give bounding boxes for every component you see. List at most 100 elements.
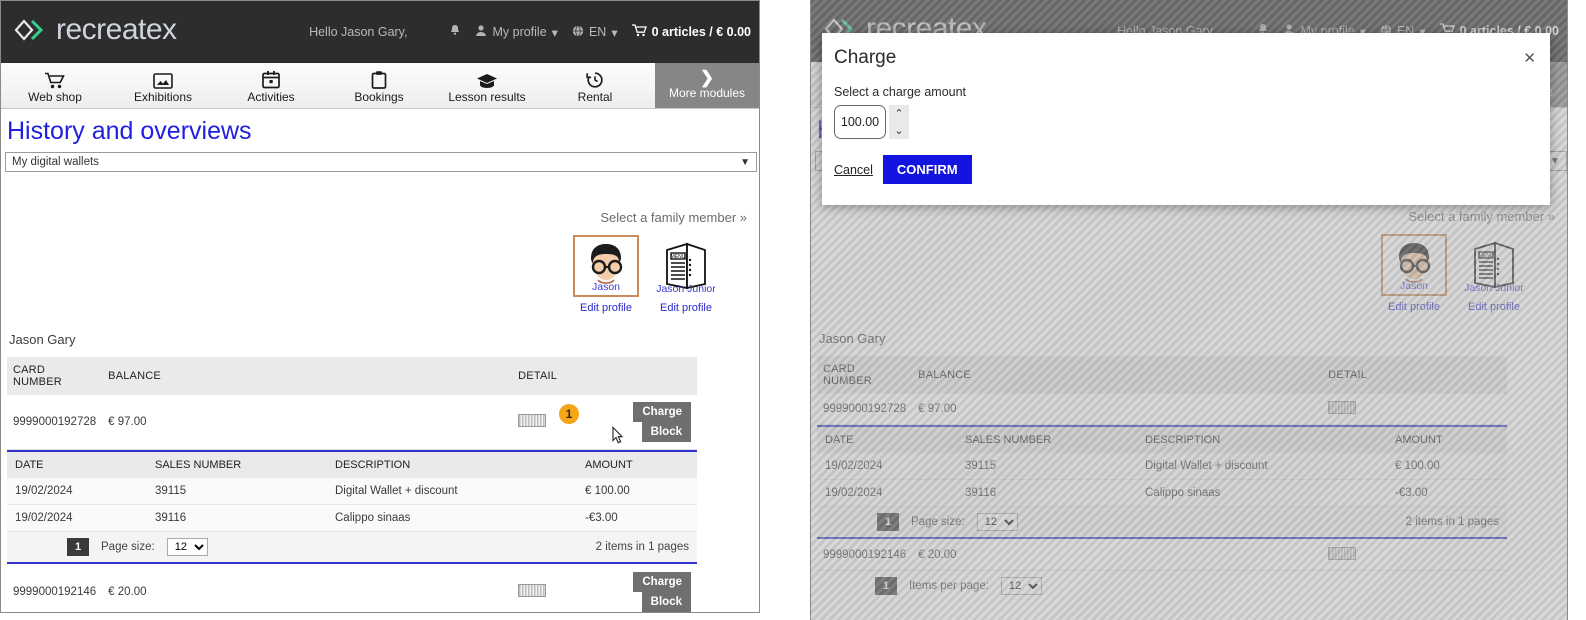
col-description: DESCRIPTION (327, 452, 577, 478)
cancel-link[interactable]: Cancel (834, 163, 873, 177)
notifications-button[interactable] (449, 24, 461, 40)
transactions-pager: 1 Page size: 12 2 items in 1 pages (7, 532, 697, 562)
col-sales-number: SALES NUMBER (147, 452, 327, 478)
profile-menu-label: My profile (492, 25, 546, 39)
nav-item-rental[interactable]: Rental (541, 63, 649, 108)
close-icon[interactable]: ✕ (1523, 49, 1536, 67)
screenshot-stage: recreatex Hello Jason Gary, My profile ▾ (0, 0, 1586, 620)
nav-item-web-shop[interactable]: Web shop (1, 63, 109, 108)
cards-table-second: 9999000192146 € 20.00 Charge Block (7, 565, 697, 613)
select-family-member-link[interactable]: Select a family member » (5, 172, 755, 225)
brand-name: recreatex (56, 13, 177, 47)
page-content: History and overviews My digital wallets… (1, 109, 759, 613)
history-clock-icon (586, 70, 604, 89)
family-member-jason[interactable]: Jason Edit profile (573, 235, 639, 314)
cart-button[interactable]: 0 articles / € 0.00 (632, 24, 751, 40)
stepper-buttons: ⌃ ⌄ (889, 105, 909, 139)
cell-detail (512, 395, 602, 450)
family-member-jason-junior[interactable]: MENU Jason Junior Edit profile (653, 235, 719, 314)
chevron-down-icon[interactable]: ⌄ (894, 124, 903, 137)
image-icon (153, 70, 173, 89)
brand-logo[interactable]: recreatex (13, 13, 177, 47)
col-date: DATE (7, 452, 147, 478)
card-detail-icon[interactable] (518, 414, 546, 427)
col-detail: DETAIL (512, 357, 602, 395)
table-row: 19/02/2024 39115 Digital Wallet + discou… (7, 478, 697, 505)
family-avatars: Jason Edit profile MENU (5, 225, 755, 314)
col-actions (602, 357, 697, 395)
language-label: EN (589, 25, 606, 39)
avatar[interactable]: MENU Jason Junior (653, 235, 719, 297)
transactions-table: DATE SALES NUMBER DESCRIPTION AMOUNT 19/… (7, 452, 697, 532)
avatar-name: Jason Junior (653, 283, 719, 295)
transactions-panel: DATE SALES NUMBER DESCRIPTION AMOUNT 19/… (7, 450, 697, 564)
nav-label: Exhibitions (134, 90, 192, 104)
charge-amount-stepper: 100.00 ⌃ ⌄ (834, 105, 1550, 139)
main-nav: Web shop Exhibitions Activities Bookings (1, 63, 759, 109)
card-detail-icon[interactable] (518, 584, 546, 597)
language-menu[interactable]: EN ▾ (572, 25, 618, 40)
nav-item-bookings[interactable]: Bookings (325, 63, 433, 108)
table-header-row: DATE SALES NUMBER DESCRIPTION AMOUNT (7, 452, 697, 478)
page-title: History and overviews (5, 109, 755, 152)
app-window-left: recreatex Hello Jason Gary, My profile ▾ (0, 0, 760, 613)
table-row: 9999000192728 € 97.00 Charge Block (7, 395, 697, 450)
bell-icon (449, 24, 461, 40)
svg-text:MENU: MENU (671, 254, 686, 260)
cell-amount: € 100.00 (577, 478, 697, 505)
cell-date: 19/02/2024 (7, 478, 147, 505)
nav-item-exhibitions[interactable]: Exhibitions (109, 63, 217, 108)
wallet-select-value: My digital wallets (12, 156, 99, 168)
page-number-button[interactable]: 1 (67, 538, 89, 556)
cart-icon (45, 70, 65, 89)
modal-actions: Cancel CONFIRM (834, 155, 1550, 184)
charge-amount-input[interactable]: 100.00 (834, 105, 886, 139)
nav-label: Web shop (28, 90, 82, 104)
nav-label: Rental (578, 90, 613, 104)
cell-date: 19/02/2024 (7, 505, 147, 532)
block-button[interactable]: Block (642, 592, 691, 612)
nav-label: Activities (247, 90, 294, 104)
cell-detail (512, 565, 602, 613)
chevron-right-icon: ❯ (700, 71, 714, 85)
edit-profile-link[interactable]: Edit profile (573, 302, 639, 314)
family-link-label: Select a family member » (600, 210, 747, 225)
col-card-number: CARD NUMBER (7, 357, 102, 395)
page-size-label: Page size: (101, 541, 155, 553)
edit-profile-link[interactable]: Edit profile (653, 302, 719, 314)
confirm-button[interactable]: CONFIRM (883, 155, 972, 184)
col-balance: BALANCE (102, 357, 252, 395)
graduation-cap-icon (476, 70, 498, 89)
block-button[interactable]: Block (642, 422, 691, 442)
profile-menu[interactable]: My profile ▾ (475, 24, 557, 40)
chevron-down-icon: ▾ (611, 25, 617, 40)
nav-item-lesson-results[interactable]: Lesson results (433, 63, 541, 108)
cell-amount: -€3.00 (577, 505, 697, 532)
wallet-select[interactable]: My digital wallets ▼ (5, 152, 757, 172)
nav-label: Bookings (354, 90, 403, 104)
col-spacer (252, 357, 512, 395)
chevron-up-icon[interactable]: ⌃ (894, 107, 903, 120)
chevron-down-icon: ▾ (552, 25, 558, 40)
avatar-name: Jason (575, 281, 637, 293)
charge-button[interactable]: Charge (633, 402, 691, 422)
cell-description: Digital Wallet + discount (327, 478, 577, 505)
cell-card-number: 9999000192728 (7, 395, 102, 450)
annotation-badge-1: 1 (559, 404, 579, 424)
charge-modal: ✕ Charge Select a charge amount 100.00 ⌃… (822, 33, 1550, 205)
cart-icon (632, 24, 647, 40)
globe-icon (572, 25, 584, 40)
cell-card-number: 9999000192146 (7, 565, 102, 613)
cell-balance: € 20.00 (102, 565, 252, 613)
page-size-select[interactable]: 12 (167, 538, 208, 556)
logo-diamond-icon (13, 15, 47, 45)
chevron-down-icon: ▼ (740, 157, 750, 168)
cards-table: CARD NUMBER BALANCE DETAIL 9999000192728… (7, 357, 697, 450)
charge-button[interactable]: Charge (633, 572, 691, 592)
charge-amount-label: Select a charge amount (822, 69, 1550, 99)
nav-item-activities[interactable]: Activities (217, 63, 325, 108)
top-bar-actions: Hello Jason Gary, My profile ▾ (309, 1, 751, 63)
avatar[interactable]: Jason (573, 235, 639, 297)
nav-item-more-modules[interactable]: ❯ More modules (655, 63, 759, 108)
table-header-row: CARD NUMBER BALANCE DETAIL (7, 357, 697, 395)
